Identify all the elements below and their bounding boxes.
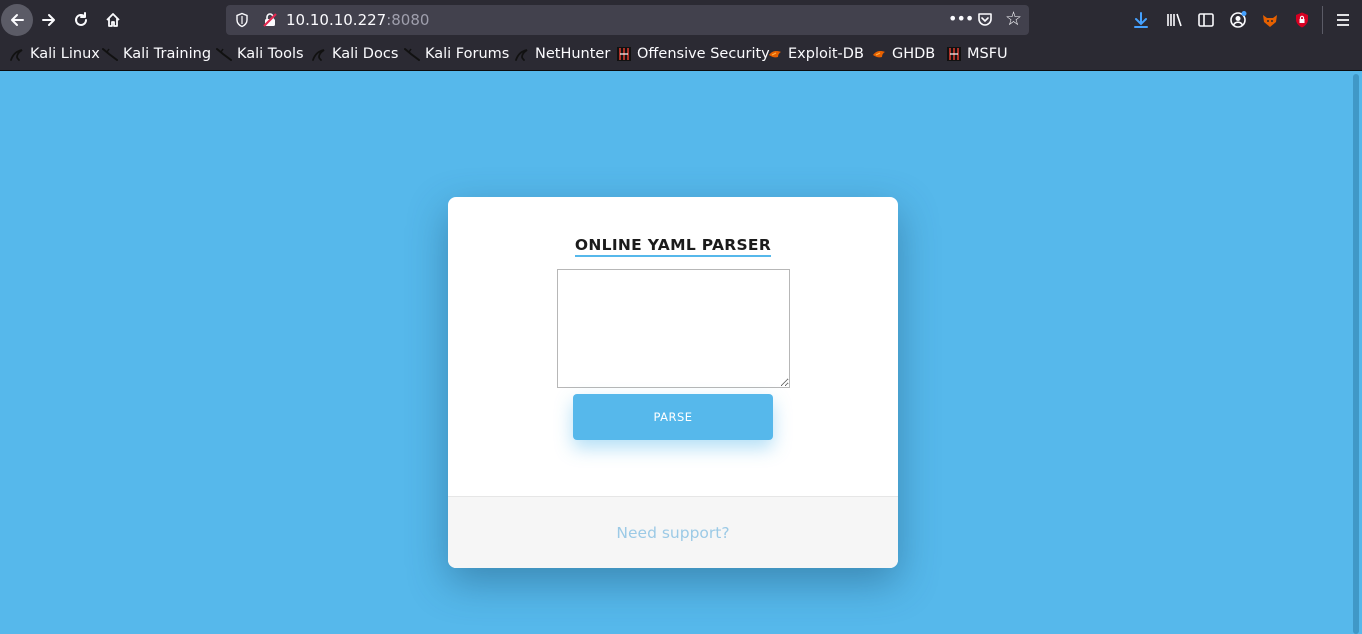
yaml-input[interactable] xyxy=(557,269,790,388)
bookmark-label: Kali Linux xyxy=(30,46,100,62)
account-icon[interactable] xyxy=(1228,10,1248,30)
page-actions-menu-icon[interactable]: ••• xyxy=(948,9,974,28)
bookmark-label: Kali Training xyxy=(123,46,212,62)
reload-icon xyxy=(75,12,87,26)
reload-button[interactable] xyxy=(65,4,97,36)
downloads-icon[interactable] xyxy=(1131,10,1151,30)
bookmark-label: Offensive Security xyxy=(637,46,770,62)
bookmark-offensive-security[interactable]: Offensive Security xyxy=(616,46,770,62)
home-icon xyxy=(106,13,120,27)
extension-fox-icon[interactable] xyxy=(1260,10,1280,30)
bookmark-exploit-db[interactable]: Exploit-DB xyxy=(767,46,864,62)
kali-dragon-icon xyxy=(515,49,528,61)
bookmark-label: MSFU xyxy=(967,46,1008,62)
offsec-icon xyxy=(617,47,631,61)
kali-dragon-icon xyxy=(10,49,23,61)
bookmark-label: Kali Forums xyxy=(425,46,510,62)
exploit-db-icon xyxy=(873,51,885,58)
kali-dragon-icon xyxy=(404,48,420,61)
bookmark-kali-forums[interactable]: Kali Forums xyxy=(404,46,509,62)
bookmark-msfu[interactable]: MSFU xyxy=(946,46,1008,62)
sidebar-icon[interactable] xyxy=(1196,10,1216,30)
card-footer: Need support? xyxy=(448,496,898,568)
kali-dragon-icon xyxy=(216,48,232,61)
page-scrollbar[interactable] xyxy=(1350,72,1362,634)
need-support-link[interactable]: Need support? xyxy=(616,524,729,542)
bookmark-label: Kali Docs xyxy=(332,46,399,62)
library-icon[interactable] xyxy=(1164,10,1184,30)
bookmark-kali-tools[interactable]: Kali Tools xyxy=(216,46,304,62)
bookmark-ghdb[interactable]: GHDB xyxy=(871,46,935,62)
back-button[interactable] xyxy=(1,4,33,36)
home-button[interactable] xyxy=(97,4,129,36)
offsec-icon xyxy=(947,47,961,61)
yaml-parser-card: ONLINE YAML PARSER PARSE Need support? xyxy=(448,197,898,568)
url-host: 10.10.10.227 xyxy=(286,11,387,29)
parse-button[interactable]: PARSE xyxy=(573,394,773,440)
url-text[interactable]: 10.10.10.227:8080 xyxy=(286,11,429,29)
page-title: ONLINE YAML PARSER xyxy=(448,235,898,257)
bookmark-label: Kali Tools xyxy=(237,46,304,62)
url-port: :8080 xyxy=(386,11,430,29)
pocket-icon[interactable] xyxy=(976,11,994,29)
extension-shield-icon[interactable] xyxy=(1292,10,1312,30)
bookmark-label: Exploit-DB xyxy=(788,46,864,62)
arrow-right-icon xyxy=(42,14,55,26)
forward-button[interactable] xyxy=(33,4,65,36)
hamburger-menu-icon[interactable] xyxy=(1333,10,1353,30)
url-bar[interactable]: 10.10.10.227:8080 ••• ☆ xyxy=(226,5,1029,35)
bookmarks-bar: Kali Linux Kali Training Kali Tools Kali… xyxy=(0,40,1362,71)
toolbar-separator xyxy=(1322,6,1323,34)
browser-toolbar: 10.10.10.227:8080 ••• ☆ xyxy=(0,0,1362,40)
kali-dragon-icon xyxy=(102,48,118,61)
bookmark-label: GHDB xyxy=(892,46,936,62)
bookmark-kali-linux[interactable]: Kali Linux xyxy=(9,46,100,62)
bookmark-kali-training[interactable]: Kali Training xyxy=(102,46,211,62)
page-title-text: ONLINE YAML PARSER xyxy=(574,236,772,257)
arrow-left-icon xyxy=(11,14,24,26)
bookmark-label: NetHunter xyxy=(535,46,611,62)
insecure-lock-icon[interactable] xyxy=(262,12,278,28)
bookmark-star-icon[interactable]: ☆ xyxy=(1005,8,1022,30)
exploit-db-icon xyxy=(769,51,781,58)
bookmark-nethunter[interactable]: NetHunter xyxy=(514,46,610,62)
tracking-shield-icon[interactable] xyxy=(234,12,250,28)
bookmark-kali-docs[interactable]: Kali Docs xyxy=(311,46,398,62)
kali-dragon-icon xyxy=(312,49,325,61)
scrollbar-thumb[interactable] xyxy=(1353,74,1359,634)
